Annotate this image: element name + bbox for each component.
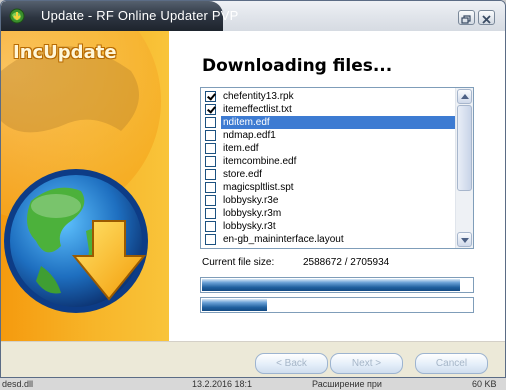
file-list-item[interactable]: store.edf [203, 168, 457, 181]
file-name: itemeffectlist.txt [223, 104, 292, 115]
total-progress-fill [202, 299, 267, 311]
back-button[interactable]: < Back [255, 353, 328, 374]
file-list-item[interactable]: lobbysky.r3t [203, 220, 457, 233]
file-name: ndmap.edf1 [223, 130, 276, 141]
file-name: item.edf [223, 143, 259, 154]
file-checkbox[interactable] [205, 156, 216, 167]
file-name: en-gb_maininterface.layout [223, 234, 344, 245]
scroll-down-button[interactable] [457, 232, 472, 247]
file-list[interactable]: chefentity13.rpk itemeffectlist.txt nditem… [200, 87, 474, 249]
file-list-item[interactable]: nditem.edf [203, 116, 457, 129]
file-name: chefentity13.rpk [223, 91, 294, 102]
background-filename: desd.dll [2, 379, 34, 389]
file-list-item[interactable]: magicspltlist.spt [203, 181, 457, 194]
wizard-sidebar: IncUpdate [1, 31, 169, 341]
file-progress-bar [200, 277, 474, 293]
page-heading: Downloading files... [202, 56, 393, 76]
file-list-item[interactable]: chefentity13.rpk [203, 90, 457, 103]
file-list-item[interactable]: ndmap.edf1 [203, 129, 457, 142]
restore-icon [461, 15, 471, 24]
file-checkbox[interactable] [205, 234, 216, 245]
wizard-footer: < Back Next > Cancel [1, 342, 505, 377]
file-checkbox[interactable] [205, 117, 216, 128]
cancel-button[interactable]: Cancel [415, 353, 488, 374]
title-bar[interactable]: Update - RF Online Updater PVP [1, 1, 505, 31]
file-checkbox[interactable] [205, 221, 216, 232]
file-checkbox[interactable] [205, 208, 216, 219]
file-name: lobbysky.r3e [223, 195, 279, 206]
file-checkbox[interactable] [205, 169, 216, 180]
file-list-item[interactable]: item.edf [203, 142, 457, 155]
chevron-down-icon [461, 238, 469, 243]
file-checkbox[interactable] [205, 91, 216, 102]
file-name: magicspltlist.spt [223, 182, 294, 193]
file-name: lobbysky.r3m [223, 208, 282, 219]
file-checkbox[interactable] [205, 104, 216, 115]
file-checkbox[interactable] [205, 195, 216, 206]
file-name: store.edf [223, 169, 262, 180]
file-list-item[interactable]: itemeffectlist.txt [203, 103, 457, 116]
vertical-scrollbar[interactable] [455, 88, 473, 248]
close-icon [482, 15, 491, 24]
globe-download-icon [1, 31, 161, 313]
title-tab: Update - RF Online Updater PVP [1, 1, 238, 31]
next-button[interactable]: Next > [330, 353, 403, 374]
current-file-size-value: 2588672 / 2705934 [303, 257, 390, 268]
current-file-size-label: Current file size: [202, 257, 275, 268]
file-checkbox[interactable] [205, 130, 216, 141]
background-type: Расширение при [312, 379, 382, 389]
file-list-item[interactable]: lobbysky.r3e [203, 194, 457, 207]
scroll-thumb[interactable] [457, 105, 472, 191]
background-explorer-row: desd.dll 13.2.2016 18:1 Расширение при 6… [0, 378, 506, 390]
background-date: 13.2.2016 18:1 [192, 379, 253, 389]
file-list-item[interactable]: en-gb_maininterface.layout [203, 233, 457, 246]
file-checkbox[interactable] [205, 143, 216, 154]
background-size: 60 KB [472, 379, 497, 389]
total-progress-bar [200, 297, 474, 313]
file-name: itemcombine.edf [223, 156, 297, 167]
file-list-item[interactable]: lobbysky.r3m [203, 207, 457, 220]
updater-window: Update - RF Online Updater PVP IncUpdate… [0, 0, 506, 378]
file-list-item[interactable]: itemcombine.edf [203, 155, 457, 168]
file-name: lobbysky.r3t [223, 221, 276, 232]
window-title: Update - RF Online Updater PVP [41, 8, 239, 23]
close-button[interactable] [478, 10, 495, 25]
file-progress-fill [202, 279, 460, 291]
brand-logo: IncUpdate [13, 42, 117, 63]
file-checkbox[interactable] [205, 182, 216, 193]
scroll-up-button[interactable] [457, 89, 472, 104]
file-name: nditem.edf [221, 116, 457, 129]
chevron-up-icon [461, 94, 469, 99]
app-globe-icon [9, 8, 25, 24]
restore-button[interactable] [458, 10, 475, 25]
